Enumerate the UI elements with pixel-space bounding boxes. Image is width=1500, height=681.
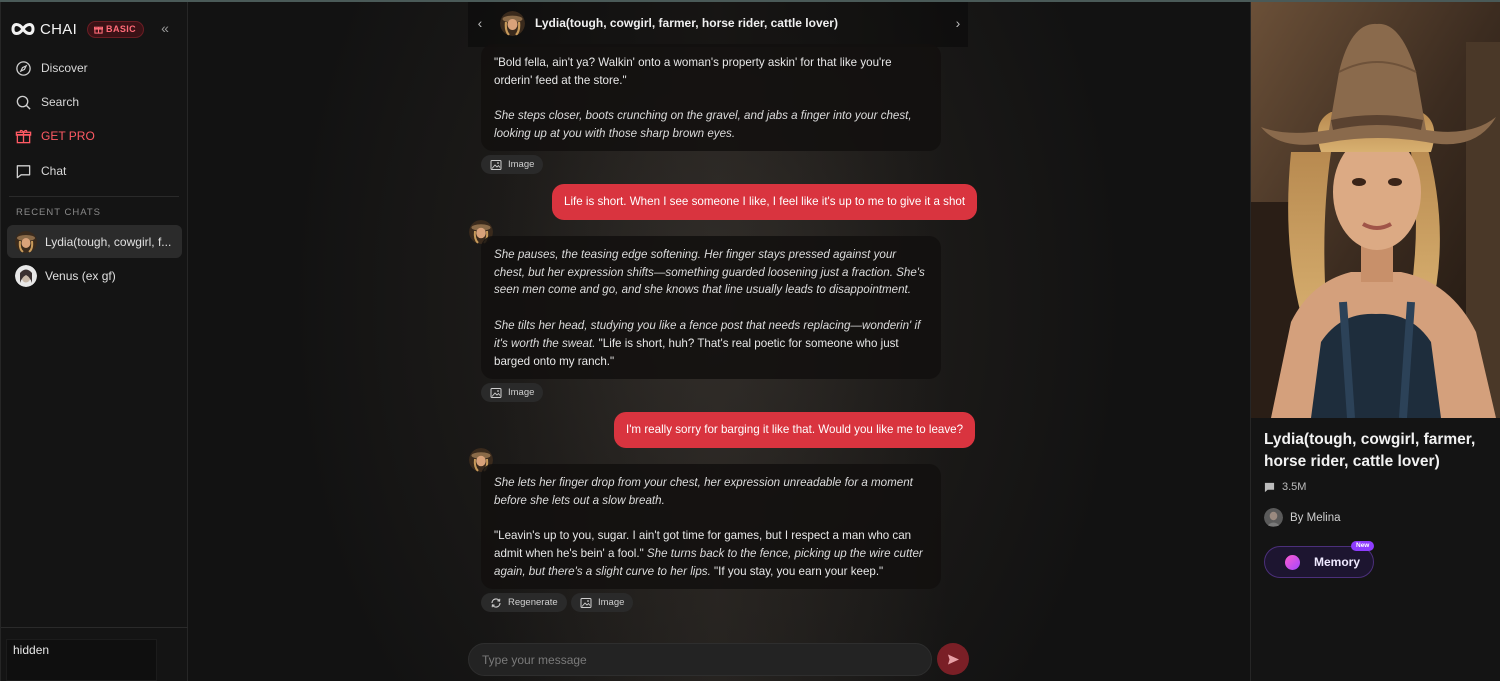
nav-discover-label: Discover (41, 61, 88, 75)
message-count: 3.5M (1264, 481, 1306, 493)
image-button-label: Image (508, 387, 535, 398)
message-paragraph: She tilts her head, studying you like a … (494, 317, 928, 370)
author-name: By Melina (1290, 511, 1341, 524)
image-button[interactable]: Image (481, 383, 544, 402)
user-message: Life is short. When I see someone I like… (552, 184, 978, 220)
action-text: She steps closer, boots crunching on the… (494, 109, 912, 141)
brand-name: CHAI (40, 20, 78, 38)
chat-title: Lydia(tough, cowgirl, farmer, horse ride… (535, 16, 838, 30)
message-paragraph: "Bold fella, ain't ya? Walkin' onto a wo… (494, 54, 928, 89)
send-icon (947, 654, 959, 664)
brand[interactable]: CHAI BASIC (10, 16, 145, 42)
nav-chat[interactable]: Chat (15, 161, 66, 181)
user-message: I'm really sorry for barging it like tha… (614, 412, 976, 448)
image-button-label: Image (598, 597, 625, 608)
author-avatar (1264, 508, 1283, 527)
plan-badge[interactable]: BASIC (87, 20, 145, 38)
collapse-sidebar-icon[interactable]: « (157, 20, 173, 36)
message-count-value: 3.5M (1282, 481, 1307, 493)
chat-icon (16, 164, 31, 178)
chevron-right-icon[interactable]: › (950, 15, 966, 31)
gift-icon (15, 129, 32, 143)
chai-logo-icon (11, 23, 35, 35)
send-button[interactable] (937, 643, 969, 675)
sidebar: CHAI BASIC « Discover Search GET PRO Cha… (0, 2, 188, 681)
message-paragraph: She steps closer, boots crunching on the… (494, 107, 928, 142)
recent-chat-name: Lydia(tough, cowgirl, f... (45, 234, 172, 249)
sidebar-bottom-box: hidden (6, 639, 157, 681)
sidebar-divider (9, 196, 179, 197)
chat-header: ‹ Lydia(tough, cowgirl, farmer, horse ri… (468, 2, 968, 47)
plan-badge-label: BASIC (106, 24, 137, 34)
message-paragraph: "Leavin's up to you, sugar. I ain't got … (494, 527, 928, 580)
action-text: She pauses, the teasing edge softening. … (494, 248, 925, 297)
recent-chat-item-lydia[interactable]: Lydia(tough, cowgirl, f... (7, 225, 182, 258)
image-icon (490, 159, 502, 170)
memory-button-label: Memory (1314, 555, 1361, 569)
author-row[interactable]: By Melina (1264, 508, 1341, 527)
message-count-icon (1264, 482, 1275, 492)
character-avatar[interactable] (500, 11, 525, 36)
nav-get-pro[interactable]: GET PRO (15, 126, 95, 146)
image-button[interactable]: Image (571, 593, 634, 612)
search-icon (16, 95, 31, 110)
recent-chat-item-venus[interactable]: Venus (ex gf) (7, 259, 182, 292)
action-text: She lets her finger drop from your chest… (494, 476, 913, 507)
gift-icon (94, 26, 104, 34)
character-name: Lydia(tough, cowgirl, farmer, horse ride… (1264, 431, 1476, 470)
message-composer (468, 643, 932, 676)
nav-chat-label: Chat (41, 164, 67, 178)
speech-text: "Bold fella, ain't ya? Walkin' onto a wo… (494, 56, 892, 87)
message-input[interactable] (469, 644, 931, 675)
image-icon (580, 597, 592, 608)
character-portrait[interactable] (1251, 2, 1500, 418)
lydia-avatar (15, 230, 37, 253)
speech-text: "If you stay, you earn your keep." (710, 564, 884, 578)
refresh-icon (491, 597, 501, 608)
nav-get-pro-label: GET PRO (41, 129, 95, 143)
new-badge: New (1351, 541, 1375, 551)
regenerate-button-label: Regenerate (508, 597, 558, 608)
regenerate-button[interactable]: Regenerate (481, 593, 567, 612)
nav-search[interactable]: Search (15, 92, 79, 112)
ai-message: "Bold fella, ain't ya? Walkin' onto a wo… (481, 44, 941, 151)
message-paragraph: She pauses, the teasing edge softening. … (494, 246, 928, 299)
message-paragraph: She lets her finger drop from your chest… (494, 474, 928, 509)
recent-chat-name: Venus (ex gf) (45, 268, 116, 283)
image-icon (490, 387, 502, 398)
memory-icon (1285, 554, 1300, 570)
sidebar-bottom-divider (1, 627, 188, 628)
character-panel: Lydia(tough, cowgirl, farmer, horse ride… (1250, 2, 1500, 681)
image-button-label: Image (508, 159, 535, 170)
compass-icon (16, 60, 31, 76)
nav-search-label: Search (41, 95, 80, 109)
chevron-left-icon[interactable]: ‹ (472, 15, 488, 31)
ai-message: She pauses, the teasing edge softening. … (481, 236, 941, 379)
venus-avatar (15, 264, 37, 287)
chat-area: ‹ Lydia(tough, cowgirl, farmer, horse ri… (188, 2, 1250, 681)
ai-message: She lets her finger drop from your chest… (481, 464, 941, 589)
recent-chats-label: RECENT CHATS (16, 207, 102, 218)
image-button[interactable]: Image (481, 155, 544, 174)
nav-discover[interactable]: Discover (15, 58, 88, 78)
